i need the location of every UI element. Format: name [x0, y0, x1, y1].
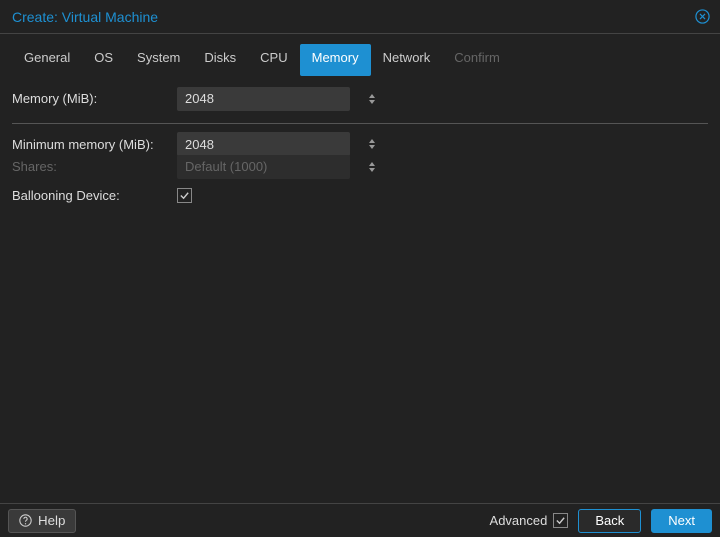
tab-disks[interactable]: Disks	[192, 44, 248, 76]
advanced-label: Advanced	[490, 513, 548, 528]
shares-field-wrap	[177, 155, 350, 179]
advanced-toggle[interactable]: Advanced	[490, 513, 569, 528]
memory-field-wrap	[177, 87, 350, 111]
next-button[interactable]: Next	[651, 509, 712, 533]
shares-label: Shares:	[12, 159, 177, 174]
chevron-up-icon	[369, 139, 375, 143]
tab-os[interactable]: OS	[82, 44, 125, 76]
tab-general[interactable]: General	[12, 44, 82, 76]
memory-label: Memory (MiB):	[12, 91, 177, 106]
shares-spinner	[369, 155, 375, 179]
close-icon[interactable]	[694, 9, 710, 25]
ballooning-label: Ballooning Device:	[12, 188, 177, 203]
chevron-down-icon	[369, 100, 375, 104]
tab-network[interactable]: Network	[371, 44, 443, 76]
form-content: Memory (MiB): Minimum memory (MiB): Shar…	[0, 76, 720, 210]
min-memory-spinner[interactable]	[369, 132, 375, 156]
help-label: Help	[38, 513, 65, 528]
tab-memory[interactable]: Memory	[300, 44, 371, 76]
help-icon	[19, 514, 32, 527]
chevron-down-icon	[369, 145, 375, 149]
min-memory-input[interactable]	[177, 132, 369, 156]
check-icon	[555, 515, 566, 526]
memory-spinner[interactable]	[369, 87, 375, 111]
chevron-up-icon	[369, 162, 375, 166]
tab-bar: General OS System Disks CPU Memory Netwo…	[0, 34, 720, 76]
advanced-checkbox[interactable]	[553, 513, 568, 528]
shares-input	[177, 155, 369, 179]
memory-input[interactable]	[177, 87, 369, 111]
dialog-title: Create: Virtual Machine	[12, 9, 158, 25]
check-icon	[179, 190, 190, 201]
chevron-down-icon	[369, 168, 375, 172]
back-button[interactable]: Back	[578, 509, 641, 533]
tab-confirm: Confirm	[442, 44, 512, 76]
chevron-up-icon	[369, 94, 375, 98]
min-memory-label: Minimum memory (MiB):	[12, 137, 177, 152]
ballooning-checkbox[interactable]	[177, 188, 192, 203]
min-memory-field-wrap	[177, 132, 350, 156]
tab-system[interactable]: System	[125, 44, 192, 76]
tab-cpu[interactable]: CPU	[248, 44, 299, 76]
help-button[interactable]: Help	[8, 509, 76, 533]
dialog-footer: Help Advanced Back Next	[0, 503, 720, 537]
